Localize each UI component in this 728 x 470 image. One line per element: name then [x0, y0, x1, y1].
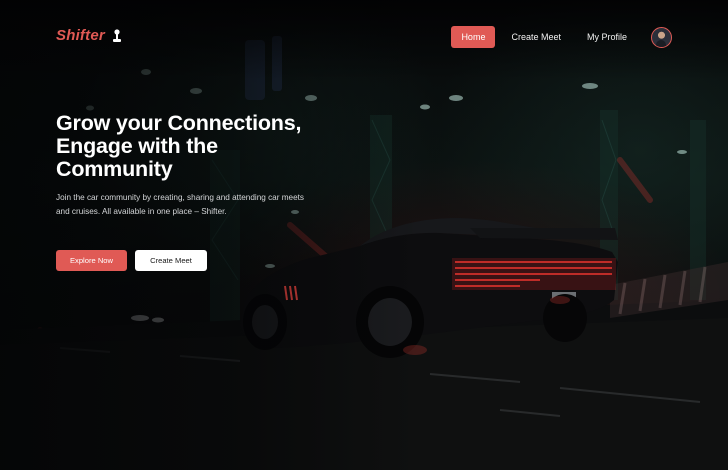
gear-shift-icon	[111, 28, 123, 43]
hero-title: Grow your Connections, Engage with the C…	[56, 111, 302, 181]
hero-section: Grow your Connections, Engage with the C…	[56, 112, 336, 218]
nav-create-meet-link[interactable]: Create Meet	[501, 26, 571, 48]
main-nav: Home Create Meet My Profile	[445, 26, 672, 48]
brand-logo[interactable]: Shifter	[56, 27, 123, 44]
explore-now-button[interactable]: Explore Now	[56, 250, 127, 271]
brand-name: Shifter	[56, 27, 105, 44]
hero-subtitle: Join the car community by creating, shar…	[56, 193, 305, 216]
hero-actions: Explore Now Create Meet	[56, 250, 207, 271]
nav-home-link[interactable]: Home	[451, 26, 496, 48]
user-avatar[interactable]	[651, 26, 672, 48]
navbar: Shifter Home Create Meet My Profile	[0, 0, 728, 72]
create-meet-button[interactable]: Create Meet	[135, 250, 207, 271]
nav-my-profile-link[interactable]: My Profile	[577, 26, 637, 48]
